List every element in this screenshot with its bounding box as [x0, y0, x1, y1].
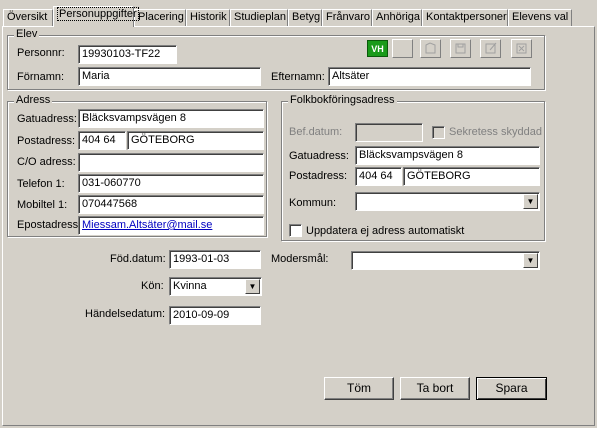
tab-historik[interactable]: Historik [186, 9, 230, 26]
tab-personuppgifter[interactable]: Personuppgifter [53, 6, 139, 27]
kon-select[interactable]: Kvinna ▼ [169, 277, 262, 296]
tab-label: Frånvaro [326, 11, 371, 23]
tab-label: Anhöriga [376, 11, 421, 23]
spara-label: Spara [495, 381, 528, 395]
tab-bar: Översikt Personuppgifter Placering Histo… [0, 0, 597, 27]
chevron-down-icon[interactable]: ▼ [245, 279, 260, 294]
folkbok-ort-field[interactable]: GÖTEBORG [403, 167, 540, 186]
folkbok-postnr-field[interactable]: 404 64 [355, 167, 402, 186]
gatuadress-label: Gatuadress: [17, 113, 77, 125]
mobil-field[interactable]: 070447568 [78, 195, 264, 214]
befdatum-field [355, 123, 423, 142]
epost-label: Epostadress: [17, 219, 82, 231]
toolbar-delete-icon[interactable] [511, 39, 532, 58]
personnr-label: Personnr: [17, 47, 65, 59]
fornamn-label: Förnamn: [17, 71, 65, 83]
ort-field[interactable]: GÖTEBORG [127, 131, 264, 150]
group-title: Adress [14, 94, 53, 106]
tab-kontaktpersoner[interactable]: Kontaktpersoner [422, 9, 508, 26]
toolbar-edit-icon[interactable] [480, 39, 501, 58]
fornamn-field[interactable]: Maria [78, 67, 261, 86]
telefon-label: Telefon 1: [17, 178, 65, 190]
fod-field[interactable]: 1993-01-03 [169, 250, 261, 269]
toolbar-save-icon[interactable] [450, 39, 471, 58]
kommun-select[interactable]: ▼ [355, 192, 540, 211]
handelse-label: Händelsedatum: [85, 308, 166, 320]
tab-label: Kontaktpersoner [426, 11, 507, 23]
tab-betyg[interactable]: Betyg [288, 9, 322, 26]
chevron-down-icon[interactable]: ▼ [523, 253, 538, 268]
postnr-field[interactable]: 404 64 [78, 131, 126, 150]
sekretess-label: Sekretess skyddad [449, 126, 542, 138]
tab-label: Placering [138, 11, 184, 23]
folkbok-gatuadress-field[interactable]: Bläcksvampsvägen 8 [355, 146, 540, 165]
spara-button[interactable]: Spara [476, 377, 547, 400]
uppdatera-checkbox[interactable] [289, 224, 302, 237]
personnr-field[interactable]: 19930103-TF22 [78, 45, 177, 64]
tab-anhoriga[interactable]: Anhöriga [372, 9, 422, 26]
folkbok-postadress-label: Postadress: [289, 170, 348, 182]
tab-label: Personuppgifter [57, 7, 139, 21]
handelse-field[interactable]: 2010-09-09 [169, 306, 261, 325]
epost-field[interactable]: Miessam.Altsäter@mail.se [78, 216, 264, 235]
gatuadress-field[interactable]: Bläcksvampsvägen 8 [78, 109, 264, 128]
co-field[interactable] [78, 153, 264, 172]
sekretess-checkbox [432, 126, 445, 139]
toolbar-shape-icon[interactable] [420, 39, 441, 58]
tab-label: Historik [190, 11, 227, 23]
tabort-button[interactable]: Ta bort [400, 377, 470, 400]
tab-panel: Elev Personnr: 19930103-TF22 VH Förnamn:… [2, 26, 595, 426]
tab-placering[interactable]: Placering [134, 9, 186, 26]
postadress-label: Postadress: [17, 135, 76, 147]
kommun-label: Kommun: [289, 197, 337, 209]
group-title: Elev [14, 28, 40, 40]
tab-label: Elevens val [512, 11, 569, 23]
telefon-field[interactable]: 031-060770 [78, 174, 264, 193]
toolbar-blank-button[interactable] [392, 39, 413, 58]
tom-button[interactable]: Töm [324, 377, 394, 400]
efternamn-field[interactable]: Altsäter [328, 67, 531, 86]
chevron-down-icon[interactable]: ▼ [523, 194, 538, 209]
modersmal-label: Modersmål: [271, 253, 329, 265]
tab-oversikt[interactable]: Översikt [3, 9, 53, 26]
group-title: Folkbokföringsadress [288, 94, 397, 106]
modersmal-select[interactable]: ▼ [351, 251, 540, 270]
efternamn-label: Efternamn: [271, 71, 325, 83]
vh-badge[interactable]: VH [367, 40, 388, 57]
tab-studieplan[interactable]: Studieplan [230, 9, 288, 26]
mobil-label: Mobiltel 1: [17, 199, 68, 211]
tab-franvaro[interactable]: Frånvaro [322, 9, 372, 26]
uppdatera-label: Uppdatera ej adress automatiskt [306, 225, 465, 237]
tab-label: Studieplan [234, 11, 286, 23]
tab-label: Översikt [7, 11, 48, 23]
kon-value: Kvinna [173, 280, 207, 292]
tab-elevens-val[interactable]: Elevens val [508, 9, 572, 26]
tom-label: Töm [347, 381, 371, 395]
kon-label: Kön: [141, 280, 164, 292]
fod-label: Föd.datum: [110, 253, 166, 265]
folkbok-gatuadress-label: Gatuadress: [289, 150, 349, 162]
tabort-label: Ta bort [416, 381, 454, 395]
befdatum-label: Bef.datum: [289, 126, 343, 138]
tab-label: Betyg [292, 11, 321, 23]
co-label: C/O adress: [17, 156, 76, 168]
